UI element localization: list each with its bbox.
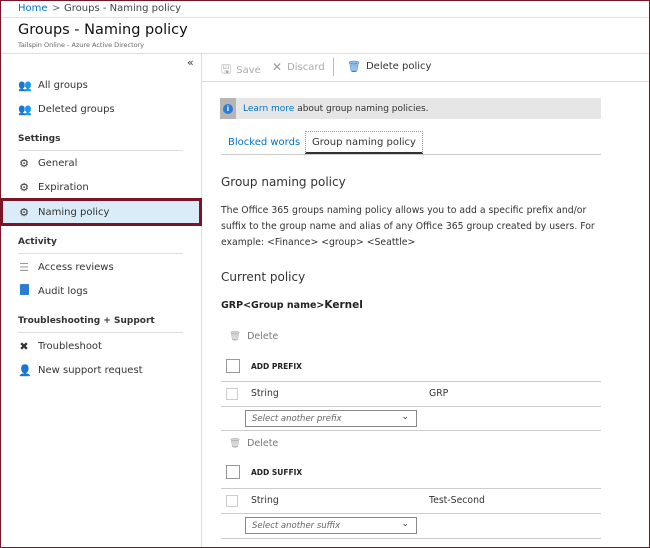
section-troubleshooting: Troubleshooting + Support bbox=[18, 316, 155, 326]
tab-group-naming-policy[interactable]: Group naming policy bbox=[305, 131, 423, 154]
sidebar-divider bbox=[201, 53, 202, 548]
chevron-down-icon: ⌄ bbox=[401, 519, 409, 529]
toolbar-divider bbox=[202, 81, 650, 82]
sidebar-item-label: General bbox=[38, 157, 78, 169]
trash-icon: 🗑 bbox=[229, 438, 242, 449]
policy-suffix-text: Kernel bbox=[324, 299, 363, 311]
breadcrumb-separator: > bbox=[52, 3, 61, 14]
add-suffix-checkbox[interactable] bbox=[226, 465, 240, 479]
prefix-row-value: GRP bbox=[429, 388, 449, 399]
suffix-row-type: String bbox=[251, 495, 279, 506]
policy-description: The Office 365 groups naming policy allo… bbox=[221, 205, 595, 248]
dropdown-placeholder: Select another prefix bbox=[252, 413, 342, 424]
discard-button[interactable]: ✕ Discard bbox=[272, 60, 325, 74]
trash-icon: 🗑 bbox=[229, 331, 242, 342]
delete-policy-label: Delete policy bbox=[365, 61, 432, 72]
current-policy-value: GRP<Group name>Kernel bbox=[221, 299, 363, 311]
info-banner: i Learn more about group naming policies… bbox=[220, 98, 601, 119]
page-subtitle: Tailspin Online - Azure Active Directory bbox=[18, 41, 145, 49]
info-icon: i bbox=[220, 98, 236, 119]
select-another-prefix-dropdown[interactable]: Select another prefix ⌄ bbox=[245, 410, 417, 427]
prefix-row-checkbox[interactable] bbox=[226, 388, 238, 400]
page-title: Groups - Naming policy bbox=[18, 22, 188, 38]
gear-icon: ⚙ bbox=[19, 205, 29, 219]
delete-label: Delete bbox=[247, 331, 279, 342]
chevron-down-icon: ⌄ bbox=[401, 412, 409, 422]
section-activity: Activity bbox=[18, 237, 57, 247]
sidebar-item-audit-logs[interactable]: Audit logs bbox=[18, 283, 88, 299]
breadcrumb-home-link[interactable]: Home bbox=[18, 3, 48, 14]
sidebar-item-label: New support request bbox=[38, 364, 143, 376]
delete-prefix-button[interactable]: 🗑 Delete bbox=[229, 331, 278, 342]
sidebar-item-deleted-groups[interactable]: 👥 Deleted groups bbox=[18, 101, 115, 117]
sidebar-item-general[interactable]: ⚙ General bbox=[18, 155, 77, 171]
tools-icon: ✖ bbox=[19, 339, 29, 353]
list-icon: ☰ bbox=[19, 260, 29, 274]
sidebar-item-new-support-request[interactable]: 👤 New support request bbox=[18, 362, 143, 378]
book-icon bbox=[18, 284, 30, 298]
delete-suffix-button[interactable]: 🗑 Delete bbox=[229, 438, 278, 449]
section-heading: Group naming policy bbox=[221, 175, 346, 189]
current-policy-heading: Current policy bbox=[221, 270, 306, 284]
learn-more-link[interactable]: Learn more bbox=[243, 104, 294, 114]
sidebar-item-all-groups[interactable]: 👥 All groups bbox=[18, 77, 88, 93]
policy-prefix-text: GRP<Group name> bbox=[221, 300, 325, 311]
sidebar-item-label: Deleted groups bbox=[38, 103, 115, 115]
section-divider bbox=[18, 150, 183, 151]
tab-blocked-words[interactable]: Blocked words bbox=[222, 131, 306, 154]
toolbar-separator bbox=[333, 58, 334, 76]
breadcrumb-current: Groups - Naming policy bbox=[64, 3, 182, 14]
header-divider bbox=[0, 53, 650, 54]
gear-icon: ⚙ bbox=[19, 180, 29, 194]
row-divider bbox=[221, 430, 601, 431]
breadcrumb: Home > Groups - Naming policy bbox=[0, 0, 650, 18]
groups-icon: 👥 bbox=[18, 78, 32, 92]
section-divider bbox=[18, 253, 183, 254]
section-divider bbox=[18, 332, 183, 333]
add-prefix-checkbox[interactable] bbox=[226, 359, 240, 373]
row-divider bbox=[221, 538, 601, 539]
collapse-sidebar-button[interactable]: « bbox=[187, 56, 194, 69]
suffix-row-checkbox[interactable] bbox=[226, 495, 238, 507]
delete-policy-button[interactable]: 🗑 Delete policy bbox=[347, 60, 431, 73]
sidebar-item-expiration[interactable]: ⚙ Expiration bbox=[18, 179, 89, 195]
groups-icon: 👥 bbox=[18, 102, 32, 116]
prefix-row-type: String bbox=[251, 388, 279, 399]
sidebar-item-label: Naming policy bbox=[38, 206, 110, 218]
row-divider bbox=[221, 488, 601, 489]
select-another-suffix-dropdown[interactable]: Select another suffix ⌄ bbox=[245, 517, 417, 534]
section-settings: Settings bbox=[18, 134, 61, 144]
sidebar-item-label: Audit logs bbox=[38, 285, 88, 297]
save-button[interactable]: 🖫 Save bbox=[221, 60, 261, 81]
sidebar-item-label: Access reviews bbox=[38, 261, 114, 273]
row-divider bbox=[221, 381, 601, 382]
delete-label: Delete bbox=[247, 438, 279, 449]
sidebar-item-troubleshoot[interactable]: ✖ Troubleshoot bbox=[18, 338, 102, 354]
discard-label: Discard bbox=[287, 61, 325, 73]
sidebar-item-access-reviews[interactable]: ☰ Access reviews bbox=[18, 259, 114, 275]
save-label: Save bbox=[236, 65, 261, 76]
sidebar-item-label: All groups bbox=[38, 79, 88, 91]
trash-icon: 🗑 bbox=[347, 60, 361, 73]
add-prefix-label: ADD PREFIX bbox=[251, 362, 302, 371]
suffix-row-value: Test-Second bbox=[429, 495, 485, 506]
sidebar-item-label: Troubleshoot bbox=[38, 340, 102, 352]
close-icon: ✕ bbox=[272, 60, 283, 74]
support-icon: 👤 bbox=[18, 363, 32, 377]
sidebar-item-naming-policy[interactable]: ⚙ Naming policy bbox=[18, 204, 109, 220]
row-divider bbox=[221, 513, 601, 514]
gear-icon: ⚙ bbox=[19, 156, 29, 170]
sidebar-item-label: Expiration bbox=[38, 181, 89, 193]
add-suffix-label: ADD SUFFIX bbox=[251, 468, 303, 477]
info-text: about group naming policies. bbox=[294, 103, 429, 114]
save-icon: 🖫 bbox=[221, 62, 232, 76]
tabs-divider bbox=[221, 154, 601, 155]
row-divider bbox=[221, 406, 601, 407]
dropdown-placeholder: Select another suffix bbox=[252, 520, 341, 531]
